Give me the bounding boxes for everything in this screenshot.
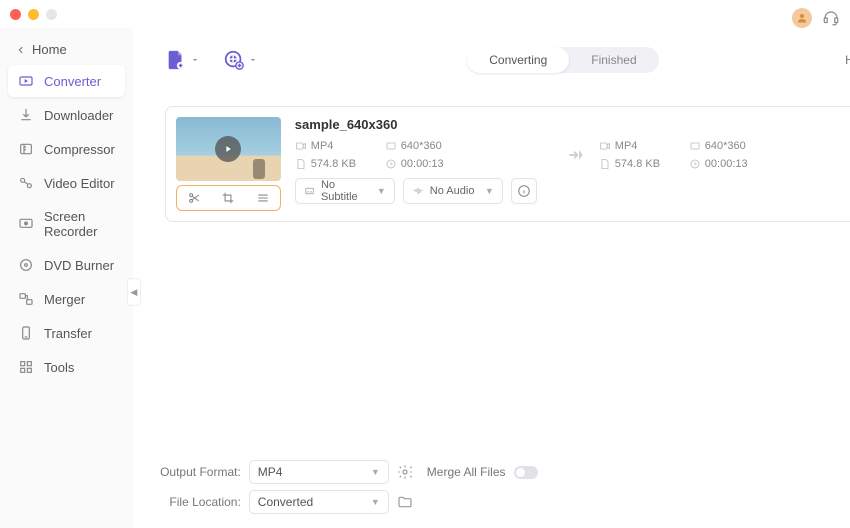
subtitle-icon bbox=[304, 185, 315, 197]
output-format-label: Output Format: bbox=[151, 465, 241, 479]
subtitle-select[interactable]: No Subtitle▼ bbox=[295, 178, 395, 204]
scissors-icon bbox=[187, 191, 201, 205]
nav-label: Compressor bbox=[44, 142, 115, 157]
account-avatar[interactable] bbox=[792, 8, 812, 28]
status-tabs: Converting Finished bbox=[467, 47, 658, 73]
file-card: ✕ sample_640x360 bbox=[165, 106, 850, 222]
info-button[interactable] bbox=[511, 178, 537, 204]
video-thumbnail[interactable] bbox=[176, 117, 281, 181]
resolution-icon bbox=[689, 140, 701, 152]
nav-label: Transfer bbox=[44, 326, 92, 341]
chevron-down-icon bbox=[191, 56, 199, 64]
window-maximize-button[interactable] bbox=[46, 9, 57, 20]
converter-icon bbox=[18, 73, 34, 89]
video-icon bbox=[599, 140, 611, 152]
sidebar-item-transfer[interactable]: Transfer bbox=[8, 317, 125, 349]
audio-select[interactable]: No Audio▼ bbox=[403, 178, 503, 204]
nav-label: Downloader bbox=[44, 108, 113, 123]
sidebar-item-tools[interactable]: Tools bbox=[8, 351, 125, 383]
support-icon[interactable] bbox=[822, 9, 840, 27]
nav-label: Tools bbox=[44, 360, 74, 375]
sidebar-item-compressor[interactable]: Compressor bbox=[8, 133, 125, 165]
list-icon bbox=[256, 191, 270, 205]
sidebar-item-converter[interactable]: Converter bbox=[8, 65, 125, 97]
nav-label: Video Editor bbox=[44, 176, 115, 191]
open-folder-button[interactable] bbox=[397, 494, 413, 510]
nav-label: Converter bbox=[44, 74, 101, 89]
sidebar-collapse-button[interactable]: ◀ bbox=[127, 278, 141, 306]
edit-tools bbox=[176, 185, 281, 211]
merger-icon bbox=[18, 291, 34, 307]
play-icon bbox=[215, 136, 241, 162]
file-list: ✕ sample_640x360 bbox=[151, 92, 850, 452]
sidebar-item-downloader[interactable]: Downloader bbox=[8, 99, 125, 131]
nav-label: Merger bbox=[44, 292, 85, 307]
video-icon bbox=[295, 140, 307, 152]
chevron-left-icon bbox=[16, 45, 26, 55]
compressor-icon bbox=[18, 141, 34, 157]
sidebar-item-dvd-burner[interactable]: DVD Burner bbox=[8, 249, 125, 281]
main-area: Converting Finished High Speed Conversio… bbox=[133, 28, 850, 528]
cut-button[interactable] bbox=[177, 186, 211, 210]
crop-button[interactable] bbox=[211, 186, 245, 210]
window-close-button[interactable] bbox=[10, 9, 21, 20]
crop-icon bbox=[221, 191, 235, 205]
sidebar-item-video-editor[interactable]: Video Editor bbox=[8, 167, 125, 199]
sidebar-item-screen-recorder[interactable]: Screen Recorder bbox=[8, 201, 125, 247]
editor-icon bbox=[18, 175, 34, 191]
audio-icon bbox=[412, 185, 424, 197]
home-button[interactable]: Home bbox=[8, 36, 125, 63]
arrow-right-icon bbox=[565, 145, 585, 165]
transfer-icon bbox=[18, 325, 34, 341]
output-settings-button[interactable] bbox=[397, 464, 413, 480]
file-location-select[interactable]: Converted▼ bbox=[249, 490, 389, 514]
chevron-down-icon bbox=[249, 56, 257, 64]
output-format-select[interactable]: MP4▼ bbox=[249, 460, 389, 484]
toolbar: Converting Finished High Speed Conversio… bbox=[151, 36, 850, 84]
high-speed-label: High Speed Conversion bbox=[845, 53, 850, 67]
user-icon bbox=[796, 12, 808, 24]
clock-icon bbox=[385, 158, 397, 170]
titlebar bbox=[0, 0, 850, 28]
gear-icon bbox=[397, 464, 413, 480]
add-file-icon bbox=[165, 49, 187, 71]
high-speed-toggle-row: High Speed Conversion bbox=[845, 52, 850, 68]
file-icon bbox=[599, 158, 611, 170]
window-minimize-button[interactable] bbox=[28, 9, 39, 20]
footer: Output Format: MP4▼ Merge All Files File… bbox=[151, 460, 850, 514]
home-label: Home bbox=[32, 42, 67, 57]
clock-icon bbox=[689, 158, 701, 170]
folder-icon bbox=[397, 494, 413, 510]
tab-finished[interactable]: Finished bbox=[569, 47, 658, 73]
download-icon bbox=[18, 107, 34, 123]
sidebar: Home Converter Downloader Compressor Vid… bbox=[0, 28, 133, 528]
dvd-icon bbox=[18, 257, 34, 273]
sidebar-item-merger[interactable]: Merger bbox=[8, 283, 125, 315]
merge-label: Merge All Files bbox=[427, 465, 506, 479]
resolution-icon bbox=[385, 140, 397, 152]
file-location-label: File Location: bbox=[151, 495, 241, 509]
info-icon bbox=[517, 184, 531, 198]
recorder-icon bbox=[18, 216, 34, 232]
tab-converting[interactable]: Converting bbox=[467, 47, 569, 73]
merge-toggle[interactable] bbox=[514, 466, 538, 479]
tools-icon bbox=[18, 359, 34, 375]
add-file-button[interactable] bbox=[165, 49, 199, 71]
file-icon bbox=[295, 158, 307, 170]
nav-label: Screen Recorder bbox=[44, 209, 115, 239]
add-url-icon bbox=[223, 49, 245, 71]
effects-button[interactable] bbox=[245, 186, 279, 210]
file-name: sample_640x360 bbox=[295, 117, 850, 132]
add-url-button[interactable] bbox=[223, 49, 257, 71]
nav-label: DVD Burner bbox=[44, 258, 114, 273]
